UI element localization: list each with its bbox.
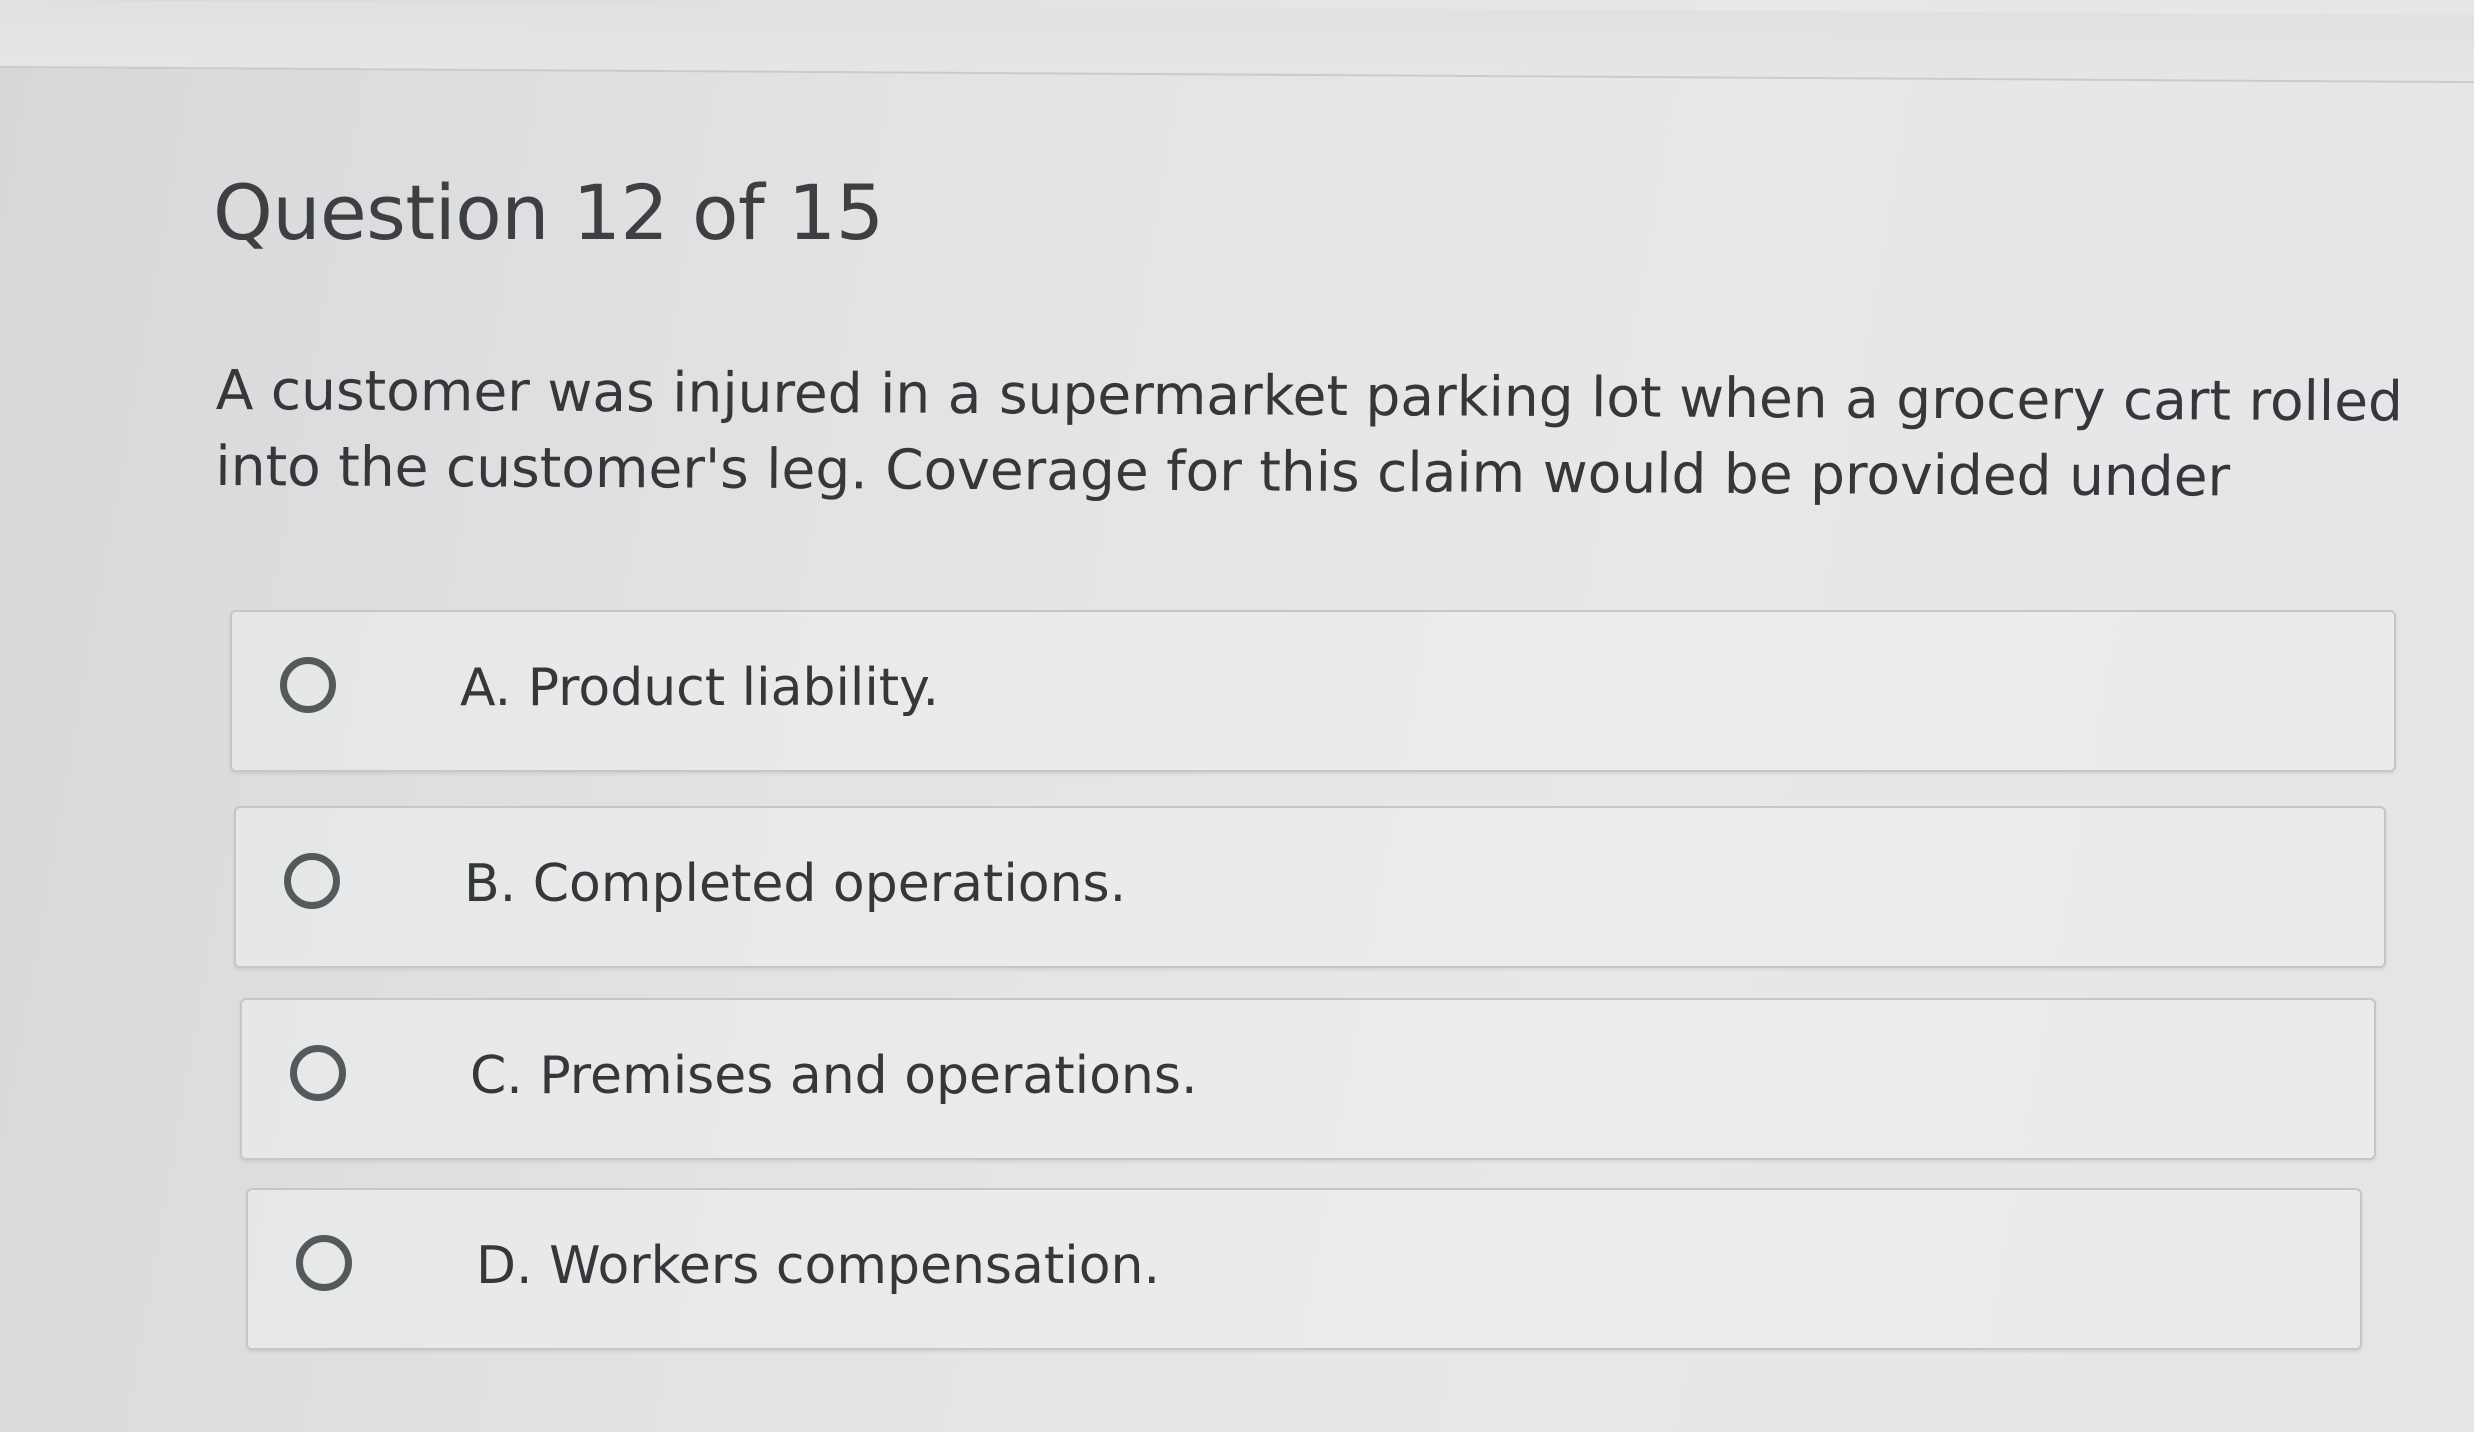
answer-option-d-label: D. Workers compensation. xyxy=(476,1236,1161,1296)
question-title: Question 12 of 15 xyxy=(213,168,884,257)
radio-button-a[interactable] xyxy=(280,657,336,713)
question-text-line-2: into the customer's leg. Coverage for th… xyxy=(215,433,2231,509)
radio-button-c[interactable] xyxy=(290,1045,346,1101)
answer-option-c-label: C. Premises and operations. xyxy=(470,1046,1198,1106)
question-text: A customer was injured in a supermarket … xyxy=(215,352,2404,515)
radio-button-d[interactable] xyxy=(296,1235,352,1291)
answer-option-b-label: B. Completed operations. xyxy=(464,854,1127,914)
answer-option-b[interactable]: B. Completed operations. xyxy=(234,806,2386,968)
question-text-line-1: A customer was injured in a supermarket … xyxy=(215,357,2404,434)
answer-option-a-label: A. Product liability. xyxy=(460,658,940,718)
answer-option-a[interactable]: A. Product liability. xyxy=(230,610,2396,772)
top-divider xyxy=(0,0,2474,84)
answer-option-c[interactable]: C. Premises and operations. xyxy=(240,998,2376,1160)
radio-button-b[interactable] xyxy=(284,853,340,909)
answer-option-d[interactable]: D. Workers compensation. xyxy=(246,1188,2362,1350)
